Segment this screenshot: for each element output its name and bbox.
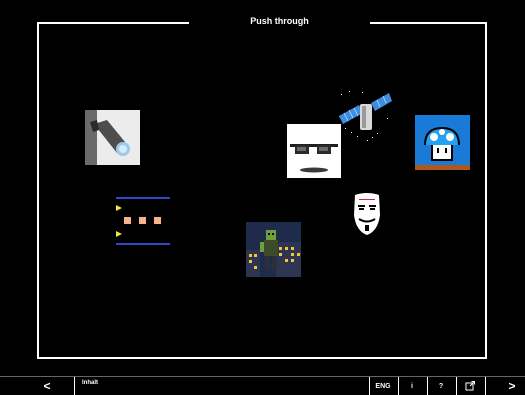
glasses-icon xyxy=(287,124,341,178)
pacman-thumbnail[interactable] xyxy=(114,195,172,247)
info-button[interactable]: i xyxy=(399,377,425,395)
page-title: Push through xyxy=(250,16,309,26)
content-frame xyxy=(37,22,487,359)
share-button[interactable] xyxy=(457,377,483,395)
prev-button[interactable]: < xyxy=(38,377,56,395)
flashlight-thumbnail[interactable] xyxy=(85,110,140,165)
share-icon xyxy=(465,381,475,391)
language-button[interactable]: ENG xyxy=(370,377,396,395)
glasses-thumbnail[interactable] xyxy=(287,124,341,178)
bottom-toolbar: < Inhalt ENG i ? > xyxy=(0,376,525,395)
help-button[interactable]: ? xyxy=(428,377,454,395)
satellite-icon xyxy=(337,88,392,143)
toolbar-divider xyxy=(74,377,75,395)
zombie-icon xyxy=(246,222,301,277)
contents-link[interactable]: Inhalt xyxy=(82,380,98,386)
mask-thumbnail[interactable] xyxy=(350,191,384,237)
stage: Push through xyxy=(0,0,525,376)
pacman-icon xyxy=(114,195,172,247)
toolbar-divider xyxy=(485,377,486,395)
zombie-city-thumbnail[interactable] xyxy=(246,222,301,277)
next-button[interactable]: > xyxy=(503,377,521,395)
mushroom-icon xyxy=(415,115,470,170)
satellite-thumbnail[interactable] xyxy=(337,88,392,143)
mushroom-thumbnail[interactable] xyxy=(415,115,470,170)
flashlight-icon xyxy=(85,110,140,165)
mask-icon xyxy=(350,191,384,237)
